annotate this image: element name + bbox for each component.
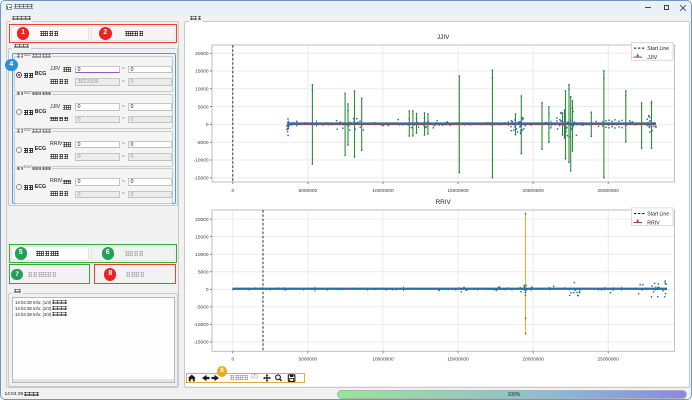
svg-text:-5000: -5000 xyxy=(196,140,209,146)
svg-text:15000000: 15000000 xyxy=(447,357,469,363)
svg-text:RRIV: RRIV xyxy=(647,220,660,226)
svg-text:20000000: 20000000 xyxy=(522,357,544,363)
svg-text:JJIV: JJIV xyxy=(647,55,658,61)
svg-text:JJIV: JJIV xyxy=(437,34,450,41)
svg-text:0: 0 xyxy=(206,287,209,293)
svg-text:15000: 15000 xyxy=(195,69,209,75)
svg-text:15000000: 15000000 xyxy=(447,188,469,194)
svg-text:10000: 10000 xyxy=(195,252,209,258)
svg-text:10000000: 10000000 xyxy=(372,188,394,194)
svg-text:Start Line: Start Line xyxy=(647,211,669,217)
svg-text:10000: 10000 xyxy=(195,87,209,93)
svg-text:0: 0 xyxy=(206,122,209,128)
svg-text:-10000: -10000 xyxy=(194,158,209,164)
svg-text:5000000: 5000000 xyxy=(299,357,318,363)
svg-text:-10000: -10000 xyxy=(194,322,209,328)
svg-text:25000000: 25000000 xyxy=(598,357,620,363)
svg-text:5000: 5000 xyxy=(198,104,209,110)
svg-text:-5000: -5000 xyxy=(196,305,209,311)
svg-text:RRIV: RRIV xyxy=(436,199,452,206)
svg-text:5000000: 5000000 xyxy=(299,188,318,194)
svg-text:15000: 15000 xyxy=(195,234,209,240)
svg-text:20000: 20000 xyxy=(195,217,209,223)
svg-text:0: 0 xyxy=(231,357,234,363)
svg-text:25000000: 25000000 xyxy=(598,188,620,194)
svg-text:-15000: -15000 xyxy=(194,340,209,346)
svg-text:20000000: 20000000 xyxy=(522,188,544,194)
svg-text:20000: 20000 xyxy=(195,51,209,57)
svg-text:0: 0 xyxy=(231,188,234,194)
svg-text:10000000: 10000000 xyxy=(372,357,394,363)
svg-text:Start Line: Start Line xyxy=(647,46,669,52)
svg-text:-15000: -15000 xyxy=(194,176,209,182)
svg-text:5000: 5000 xyxy=(198,269,209,275)
